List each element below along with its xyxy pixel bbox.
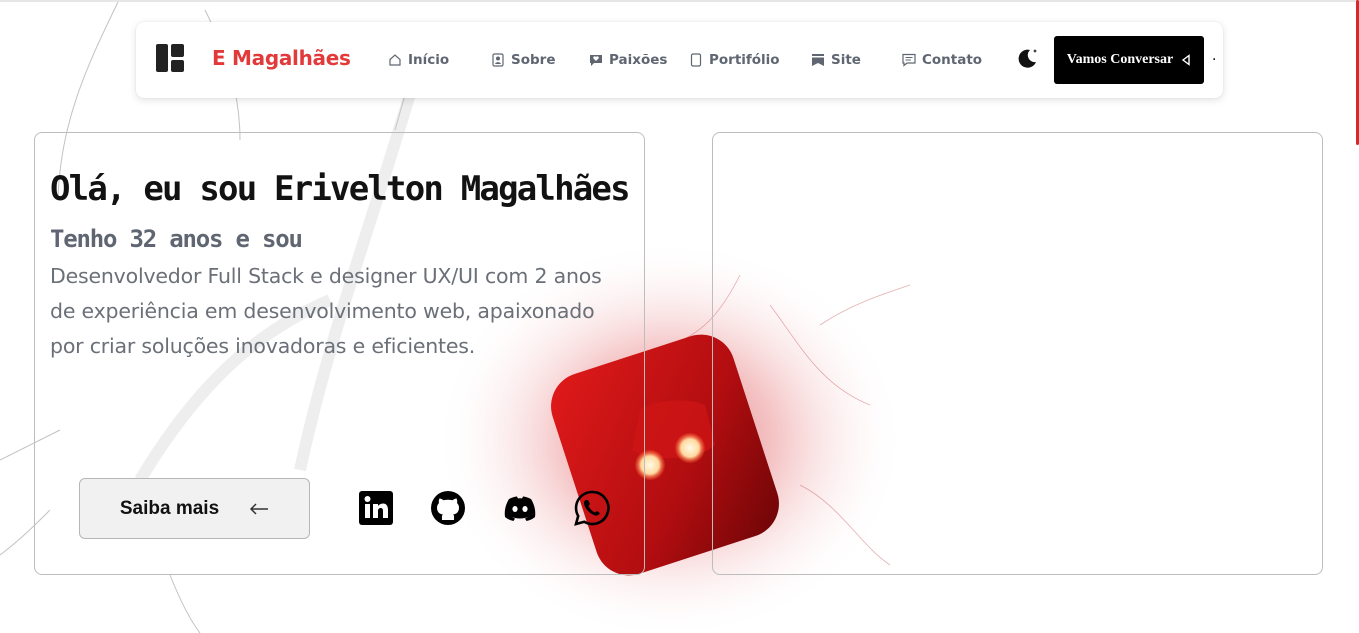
whatsapp-icon[interactable]: [573, 489, 611, 527]
nav-item-inicio[interactable]: Início: [388, 50, 449, 70]
hero-subtitle: Tenho 32 anos e sou: [50, 225, 303, 253]
nav-item-sobre[interactable]: Sobre: [491, 50, 555, 70]
moon-icon[interactable]: [1016, 46, 1040, 70]
nav-label: Contato: [922, 52, 983, 68]
message-icon: [902, 53, 916, 67]
bookmark-icon: [812, 54, 824, 66]
trailing-dot: .: [1212, 48, 1217, 64]
nav-label: Sobre: [511, 52, 556, 68]
button-label: Saiba mais: [119, 497, 220, 519]
linkedin-icon[interactable]: [357, 489, 395, 527]
home-icon: [389, 54, 401, 66]
nav-item-portifolio[interactable]: Portifólio: [689, 50, 780, 70]
discord-icon[interactable]: [501, 489, 539, 527]
heart-bubble-icon: [590, 55, 602, 66]
profile-icon: [492, 53, 504, 67]
logo-icon[interactable]: [156, 44, 184, 72]
navbar: E Magalhães Início Sobre Paixões Portifó…: [136, 22, 1223, 98]
arrow-left-icon: [1182, 54, 1190, 66]
arrow-left-icon: [250, 502, 269, 515]
nav-item-contato[interactable]: Contato: [902, 50, 982, 70]
github-icon[interactable]: [429, 489, 467, 527]
saiba-mais-button[interactable]: Saiba mais: [79, 478, 310, 539]
nav-item-site[interactable]: Site: [811, 50, 861, 70]
nav-label: Paixões: [609, 52, 668, 68]
nav-label: Site: [831, 52, 861, 68]
document-icon: [690, 53, 702, 67]
nav-label: Portifólio: [709, 52, 780, 68]
vamos-conversar-button[interactable]: Vamos Conversar: [1054, 36, 1204, 84]
hero-description: Desenvolvedor Full Stack e designer UX/U…: [50, 264, 602, 358]
brand-name[interactable]: E Magalhães: [212, 46, 351, 70]
hero-title: Olá, eu sou Erivelton Magalhães: [50, 169, 631, 209]
nav-item-paixoes[interactable]: Paixões: [589, 50, 667, 70]
nav-label: Início: [408, 52, 450, 68]
cta-label: Vamos Conversar: [1066, 52, 1174, 67]
top-border: [0, 0, 1359, 2]
hero-card: Olá, eu sou Erivelton Magalhães Tenho 32…: [34, 132, 645, 575]
image-card: [712, 132, 1323, 575]
